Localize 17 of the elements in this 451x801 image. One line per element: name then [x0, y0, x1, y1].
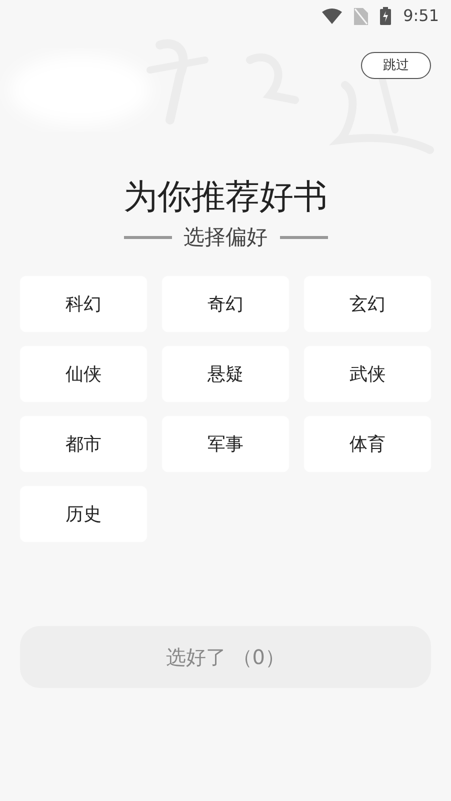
genre-tag[interactable]: 仙侠	[20, 346, 147, 402]
genre-tag[interactable]: 军事	[162, 416, 289, 472]
genre-tag[interactable]: 奇幻	[162, 276, 289, 332]
genre-tag[interactable]: 都市	[20, 416, 147, 472]
genre-tag[interactable]: 历史	[20, 486, 147, 542]
genre-tag[interactable]: 武侠	[304, 346, 431, 402]
genre-tag[interactable]: 科幻	[20, 276, 147, 332]
wifi-icon	[322, 8, 342, 24]
skip-button[interactable]: 跳过	[361, 52, 431, 79]
no-sim-icon	[354, 8, 368, 24]
status-time: 9:51	[403, 5, 439, 27]
battery-charging-icon	[380, 7, 392, 25]
genre-tag[interactable]: 玄幻	[304, 276, 431, 332]
genre-tag[interactable]: 悬疑	[162, 346, 289, 402]
page-title: 为你推荐好书	[124, 180, 328, 214]
genre-tag[interactable]: 体育	[304, 416, 431, 472]
page-subtitle: 选择偏好	[184, 227, 268, 248]
